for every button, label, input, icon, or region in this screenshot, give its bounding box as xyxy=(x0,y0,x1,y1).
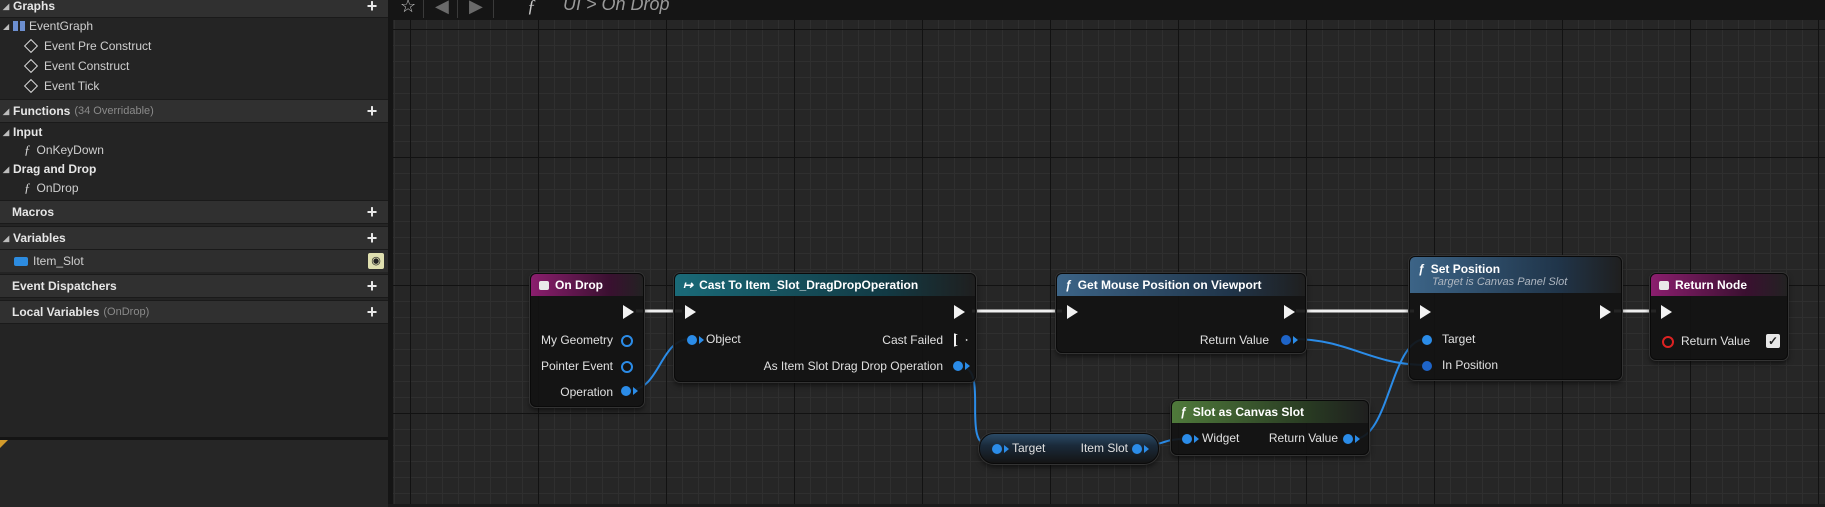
return-node-icon xyxy=(1659,280,1669,290)
item-slot-pin[interactable] xyxy=(1132,444,1142,454)
pointer-event-pin[interactable] xyxy=(621,361,633,373)
node-set-position[interactable]: ƒ Set Position Target is Canvas Panel Slo… xyxy=(1409,256,1622,380)
exec-in-pin[interactable] xyxy=(685,305,696,319)
my-geometry-pin[interactable] xyxy=(621,335,633,347)
exec-out-pin[interactable] xyxy=(954,305,965,319)
function-icon: ƒ xyxy=(1418,262,1425,276)
return-value-pin[interactable] xyxy=(1343,434,1353,444)
as-item-slot-pin[interactable] xyxy=(953,361,963,371)
exec-out-pin[interactable] xyxy=(623,305,634,319)
wires-layer xyxy=(629,309,1656,447)
function-icon: ƒ xyxy=(1065,278,1072,292)
widget-pin[interactable] xyxy=(1182,434,1192,444)
event-node-icon xyxy=(539,280,549,290)
node-get-item-slot[interactable]: Target Item Slot xyxy=(979,433,1159,464)
exec-in-pin[interactable] xyxy=(1420,305,1431,319)
exec-out-pin[interactable] xyxy=(1600,305,1611,319)
function-icon: ƒ xyxy=(1180,405,1187,419)
node-slot-as-canvas-slot[interactable]: ƒ Slot as Canvas Slot Widget Return Value xyxy=(1171,400,1369,455)
cast-arrow-icon: ↦ xyxy=(683,278,694,292)
object-pin[interactable] xyxy=(687,335,697,345)
exec-out-pin[interactable] xyxy=(1284,305,1295,319)
node-return-node[interactable]: Return Node Return Value ✓ xyxy=(1650,273,1788,360)
return-value-checkbox[interactable]: ✓ xyxy=(1766,334,1780,348)
exec-in-pin[interactable] xyxy=(1067,305,1078,319)
operation-pin[interactable] xyxy=(621,386,631,396)
cast-failed-pin[interactable] xyxy=(954,333,968,347)
blueprint-editor: ◢ Graphs + ◢ EventGraph Event Pre Constr… xyxy=(0,0,1825,507)
return-value-bool-pin[interactable] xyxy=(1662,336,1674,348)
node-get-mouse-position-on-viewport[interactable]: ƒ Get Mouse Position on Viewport Return V… xyxy=(1056,273,1306,353)
exec-in-pin[interactable] xyxy=(1661,305,1672,319)
return-value-pin[interactable] xyxy=(1281,335,1291,345)
target-pin[interactable] xyxy=(1422,335,1432,345)
target-pin[interactable] xyxy=(992,444,1002,454)
node-on-drop[interactable]: On Drop My Geometry Pointer Event Operat… xyxy=(530,273,644,407)
in-position-pin[interactable] xyxy=(1422,361,1432,371)
node-cast-to-item-slot-drag-drop-operation[interactable]: ↦ Cast To Item_Slot_DragDropOperation Obj… xyxy=(674,273,976,382)
